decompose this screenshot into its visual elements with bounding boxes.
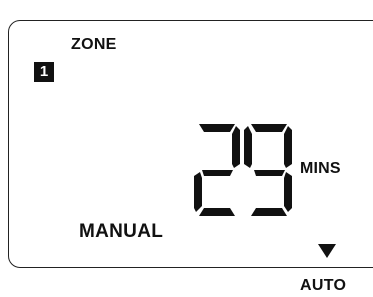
lcd-display-panel: [8, 20, 373, 268]
digit-2: [194, 124, 240, 216]
zone-label: ZONE: [71, 36, 117, 53]
minutes-unit-label: MINS: [300, 160, 341, 177]
minutes-readout: 29: [192, 120, 298, 220]
down-triangle-icon: [318, 244, 336, 258]
manual-mode-label: MANUAL: [79, 221, 164, 242]
digit-9: [244, 124, 292, 216]
zone-number-badge: 1: [34, 62, 54, 82]
auto-mode-button[interactable]: AUTO: [300, 277, 346, 295]
seven-segment-digits: [194, 124, 292, 216]
